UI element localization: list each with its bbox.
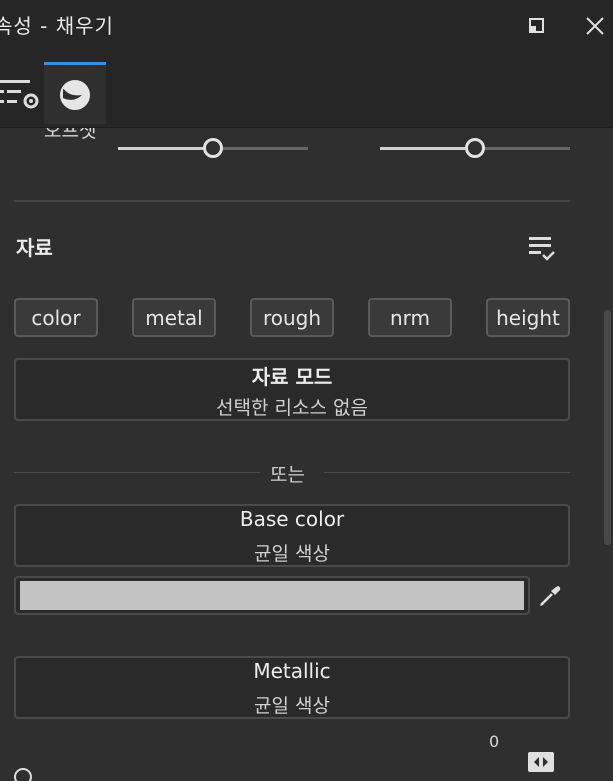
material-sphere-icon — [60, 80, 90, 110]
section-divider — [14, 200, 570, 202]
restore-icon — [529, 18, 544, 33]
section-title: 자료 — [16, 236, 53, 260]
metallic-title: Metallic — [253, 659, 331, 683]
restore-button[interactable] — [523, 12, 551, 40]
channel-chip-rough[interactable]: rough — [250, 298, 334, 337]
or-divider-left — [14, 472, 260, 473]
channel-chip-color[interactable]: color — [14, 298, 98, 337]
tab-material[interactable] — [44, 62, 106, 124]
base-color-slot[interactable]: Base color 균일 색상 — [14, 504, 570, 567]
material-mode-title: 자료 모드 — [251, 365, 333, 389]
properties-panel: 오프셋 자료 color metal rough nrm height 자료 모… — [0, 128, 600, 781]
base-color-mode: 균일 색상 — [254, 543, 330, 565]
metallic-mode: 균일 색상 — [254, 695, 330, 717]
metallic-slider-thumb[interactable] — [14, 768, 32, 781]
offset-label: 오프셋 — [44, 128, 97, 142]
settings-list-icon — [0, 80, 39, 109]
slider-thumb[interactable] — [203, 138, 223, 158]
channel-chip-metal[interactable]: metal — [132, 298, 216, 337]
panel-scrollbar[interactable] — [604, 310, 611, 545]
eyedropper-button[interactable] — [536, 582, 564, 610]
material-mode-subtitle: 선택한 리소스 없음 — [216, 397, 368, 419]
channel-chip-height[interactable]: height — [486, 298, 570, 337]
link-arrows-icon — [528, 752, 554, 772]
slider-thumb[interactable] — [465, 138, 485, 158]
or-label: 또는 — [270, 464, 305, 486]
close-icon — [586, 17, 604, 35]
base-color-title: Base color — [239, 507, 345, 531]
metallic-value: 0 — [489, 732, 500, 751]
material-mode-slot[interactable]: 자료 모드 선택한 리소스 없음 — [14, 358, 570, 421]
or-divider-right — [324, 472, 570, 473]
list-check-icon — [529, 237, 555, 261]
title-bar: 속성 - 채우기 — [0, 0, 613, 52]
metallic-slot[interactable]: Metallic 균일 색상 — [14, 656, 570, 719]
tab-settings[interactable] — [0, 62, 44, 124]
slider-fill — [380, 147, 465, 150]
channel-chip-nrm[interactable]: nrm — [368, 298, 452, 337]
tab-bar — [0, 52, 613, 127]
link-button[interactable] — [526, 748, 556, 776]
close-button[interactable] — [581, 12, 609, 40]
slider-fill — [118, 147, 203, 150]
window-title: 속성 - 채우기 — [0, 14, 114, 38]
base-color-swatch[interactable] — [20, 581, 524, 610]
eyedropper-icon — [540, 586, 561, 606]
material-menu-button[interactable] — [526, 232, 558, 264]
